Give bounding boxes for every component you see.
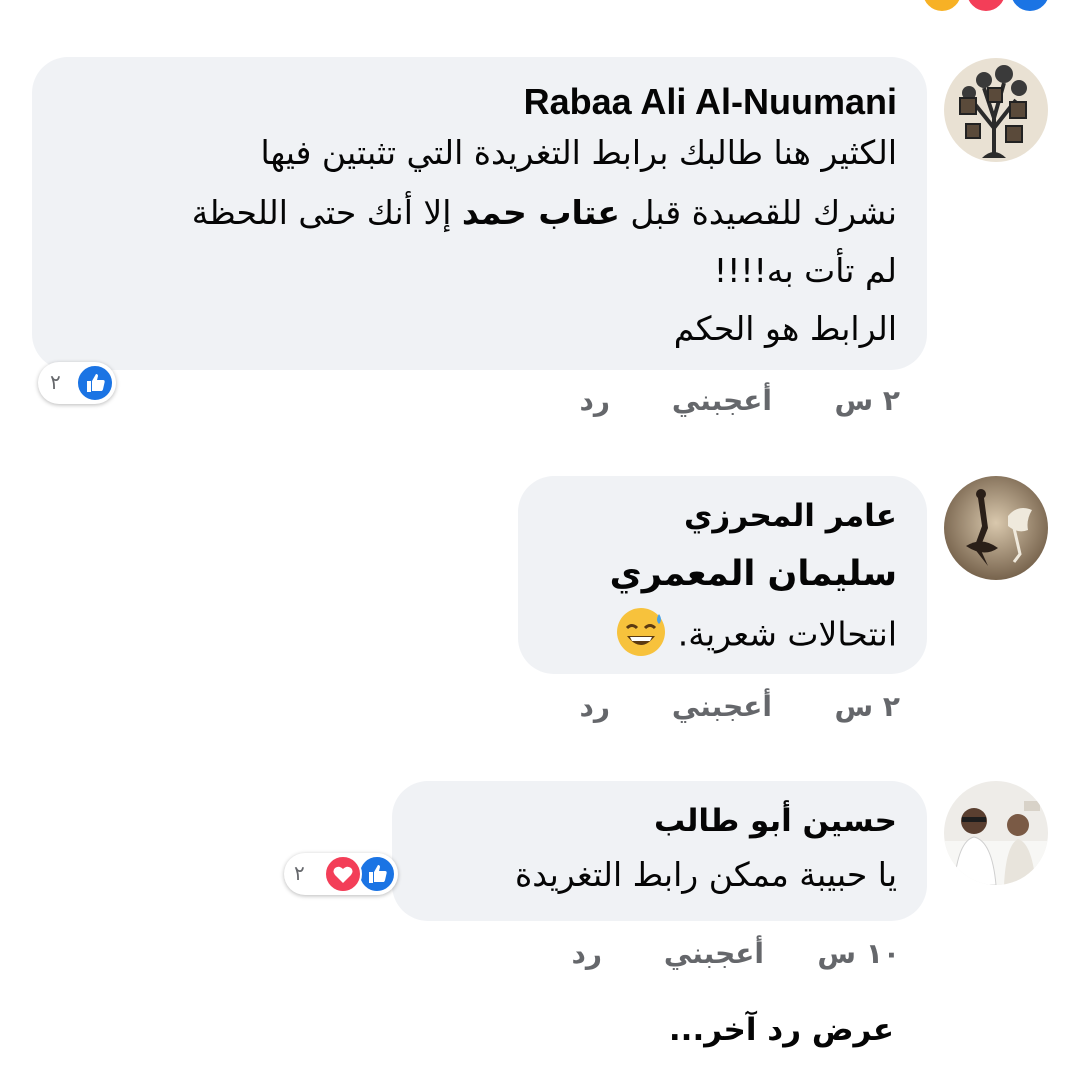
sad-reaction-icon [920, 0, 964, 14]
like-reaction-icon [1008, 0, 1052, 14]
comment-author[interactable]: Rabaa Ali Al-Nuumani [524, 81, 897, 123]
like-button[interactable]: أعجبني [672, 384, 772, 417]
comment-text-line: الرابط هو الحكم [673, 309, 897, 348]
reply-button[interactable]: رد [572, 937, 603, 970]
like-icon [358, 855, 396, 893]
comment-actions: ٢ س أعجبني رد [560, 690, 901, 730]
comment-timestamp[interactable]: ١٠ س [817, 937, 900, 970]
comment-actions: ١٠ س أعجبني رد [560, 937, 901, 977]
comment-bubble[interactable]: Rabaa Ali Al-Nuumani الكثير هنا طالبك بر… [32, 57, 927, 370]
reply-button[interactable]: رد [580, 384, 611, 417]
comment-timestamp[interactable]: ٢ س [835, 690, 900, 723]
comment-text-segment: نشرك للقصيدة قبل [619, 193, 897, 232]
comment-text-line: انتحالات شعرية. [615, 608, 897, 662]
reaction-count: ٢ [50, 370, 61, 394]
comment-text-line: يا حبيبة ممكن رابط التغريدة [515, 855, 897, 894]
comment-text-segment: إلا أنك حتى اللحظة [191, 193, 462, 232]
view-more-replies-link[interactable]: عرض رد آخر... [669, 1012, 894, 1048]
reaction-count: ٢ [294, 861, 305, 885]
avatar-rabaa[interactable] [944, 58, 1048, 162]
avatar-amer[interactable] [944, 476, 1048, 580]
love-reaction-icon [964, 0, 1008, 14]
dancer-avatar-icon [944, 476, 1048, 580]
comment-text-line: نشرك للقصيدة قبل عتاب حمد إلا أنك حتى ال… [192, 193, 897, 232]
mention-link[interactable]: سليمان المعمري [610, 554, 897, 594]
like-button[interactable]: أعجبني [664, 937, 764, 970]
reply-button[interactable]: رد [580, 690, 611, 723]
profile-photo-avatar-icon [944, 781, 1048, 885]
mention-link[interactable]: عتاب حمد [462, 193, 620, 232]
avatar-hussein[interactable] [944, 781, 1048, 885]
comment-timestamp[interactable]: ٢ س [835, 384, 900, 417]
family-tree-avatar-icon [944, 58, 1048, 162]
comment-text-line: الكثير هنا طالبك برابط التغريدة التي تثب… [260, 133, 897, 172]
comment-text-line: لم تأت به!!!! [713, 251, 897, 290]
top-reaction-icons[interactable] [920, 0, 1060, 14]
comment-author[interactable]: عامر المحرزي [684, 498, 897, 534]
like-icon [76, 364, 114, 402]
comment-actions: ٢ س أعجبني رد [560, 384, 901, 424]
reaction-summary[interactable]: ٢ [38, 362, 116, 404]
comment-bubble[interactable]: حسين أبو طالب يا حبيبة ممكن رابط التغريد… [392, 781, 927, 921]
reaction-summary[interactable]: ٢ [284, 853, 398, 895]
comment-bubble[interactable]: عامر المحرزي سليمان المعمري انتحالات شعر… [518, 476, 927, 674]
comment-text: انتحالات شعرية. [677, 614, 897, 654]
like-button[interactable]: أعجبني [672, 690, 772, 723]
sweat-smile-emoji-icon [615, 606, 667, 658]
love-icon [324, 855, 362, 893]
comment-author[interactable]: حسين أبو طالب [654, 803, 897, 839]
